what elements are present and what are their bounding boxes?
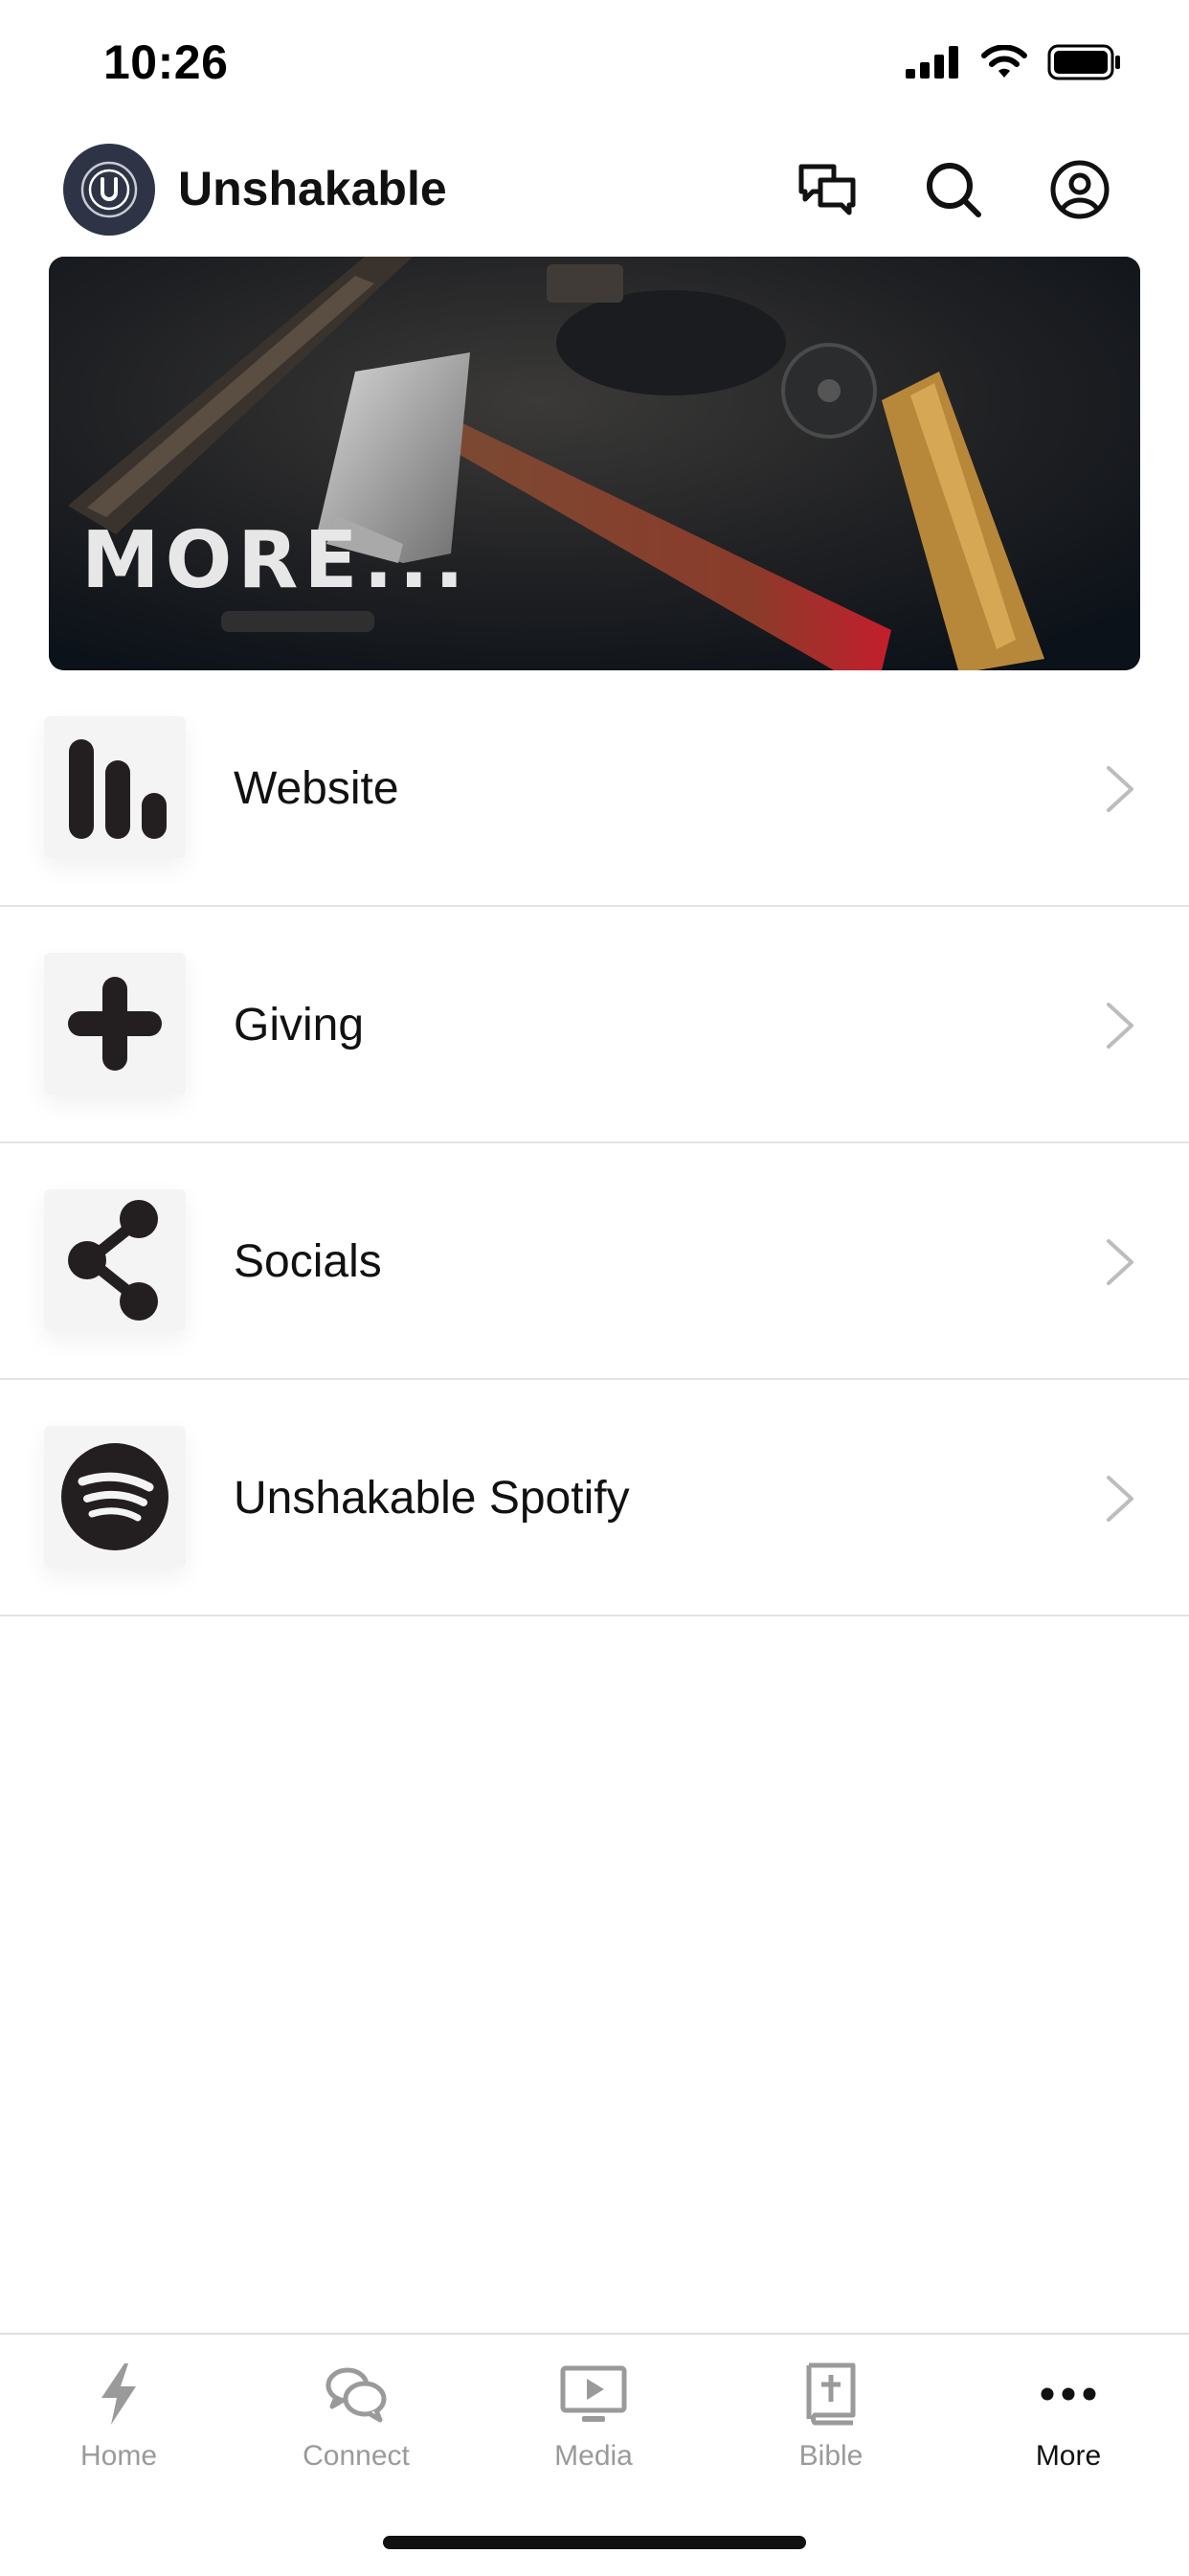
menu-icon-tile	[44, 1189, 186, 1331]
tab-label: Media	[554, 2440, 633, 2472]
menu-label: Giving	[234, 1000, 365, 1051]
status-bar: 10:26	[0, 0, 1189, 124]
app-header: Unshakable	[0, 134, 1189, 249]
search-icon	[927, 163, 981, 217]
play-screen-icon	[560, 2365, 627, 2422]
tab-label: More	[1035, 2440, 1102, 2472]
more-menu-list: Website Giving Socials Unshakable Spotif…	[0, 670, 1189, 1616]
unshakable-logo-icon	[80, 161, 138, 218]
chevron-right-icon	[1107, 1476, 1133, 1522]
menu-item-website[interactable]: Website	[0, 670, 1189, 907]
tab-more[interactable]: More	[973, 2356, 1164, 2490]
tab-icon	[555, 2356, 632, 2432]
user-profile-icon	[1050, 160, 1110, 219]
ellipsis-icon	[1041, 2387, 1096, 2401]
home-indicator	[383, 2536, 806, 2549]
chevron-right-icon	[1107, 766, 1133, 812]
tab-icon	[1030, 2356, 1107, 2432]
status-icons	[906, 44, 1122, 80]
tab-home[interactable]: Home	[23, 2356, 214, 2490]
menu-label: Socials	[234, 1236, 382, 1287]
tools-image	[49, 257, 1140, 670]
menu-item-socials[interactable]: Socials	[0, 1143, 1189, 1380]
tab-icon	[793, 2356, 869, 2432]
tab-bible[interactable]: Bible	[735, 2356, 927, 2490]
tab-label: Home	[79, 2440, 158, 2472]
wifi-icon	[981, 45, 1027, 78]
bible-icon	[806, 2362, 856, 2426]
chat-icon	[798, 164, 856, 215]
menu-item-giving[interactable]: Giving	[0, 907, 1189, 1143]
battery-icon	[1047, 44, 1120, 80]
plus-icon	[68, 977, 162, 1071]
search-button[interactable]	[917, 153, 990, 226]
chevron-right-icon	[1107, 1239, 1133, 1285]
menu-icon-tile	[44, 953, 186, 1095]
menu-label: Website	[234, 763, 399, 814]
app-title: Unshakable	[178, 162, 447, 215]
spotify-icon	[61, 1443, 168, 1550]
tab-label: Bible	[798, 2440, 864, 2472]
bars-chart-icon	[69, 739, 167, 839]
menu-icon-tile	[44, 716, 186, 858]
cellular-signal-icon	[906, 46, 958, 79]
chat-bubbles-icon	[325, 2367, 387, 2423]
tab-label: Connect	[303, 2440, 410, 2472]
tab-media[interactable]: Media	[498, 2356, 689, 2490]
menu-label: Unshakable Spotify	[234, 1473, 630, 1524]
banner-title: MORE...	[81, 515, 470, 606]
menu-item-spotify[interactable]: Unshakable Spotify	[0, 1380, 1189, 1616]
share-icon	[68, 1200, 158, 1321]
status-time: 10:26	[103, 35, 229, 89]
tab-icon	[318, 2356, 394, 2432]
chevron-right-icon	[1107, 1003, 1133, 1049]
app-logo[interactable]	[63, 144, 155, 236]
tab-icon	[80, 2356, 157, 2432]
hero-banner: MORE...	[49, 257, 1140, 670]
lightning-icon	[101, 2363, 136, 2425]
messages-button[interactable]	[791, 153, 864, 226]
profile-button[interactable]	[1043, 153, 1116, 226]
tab-connect[interactable]: Connect	[260, 2356, 452, 2490]
menu-icon-tile	[44, 1426, 186, 1568]
